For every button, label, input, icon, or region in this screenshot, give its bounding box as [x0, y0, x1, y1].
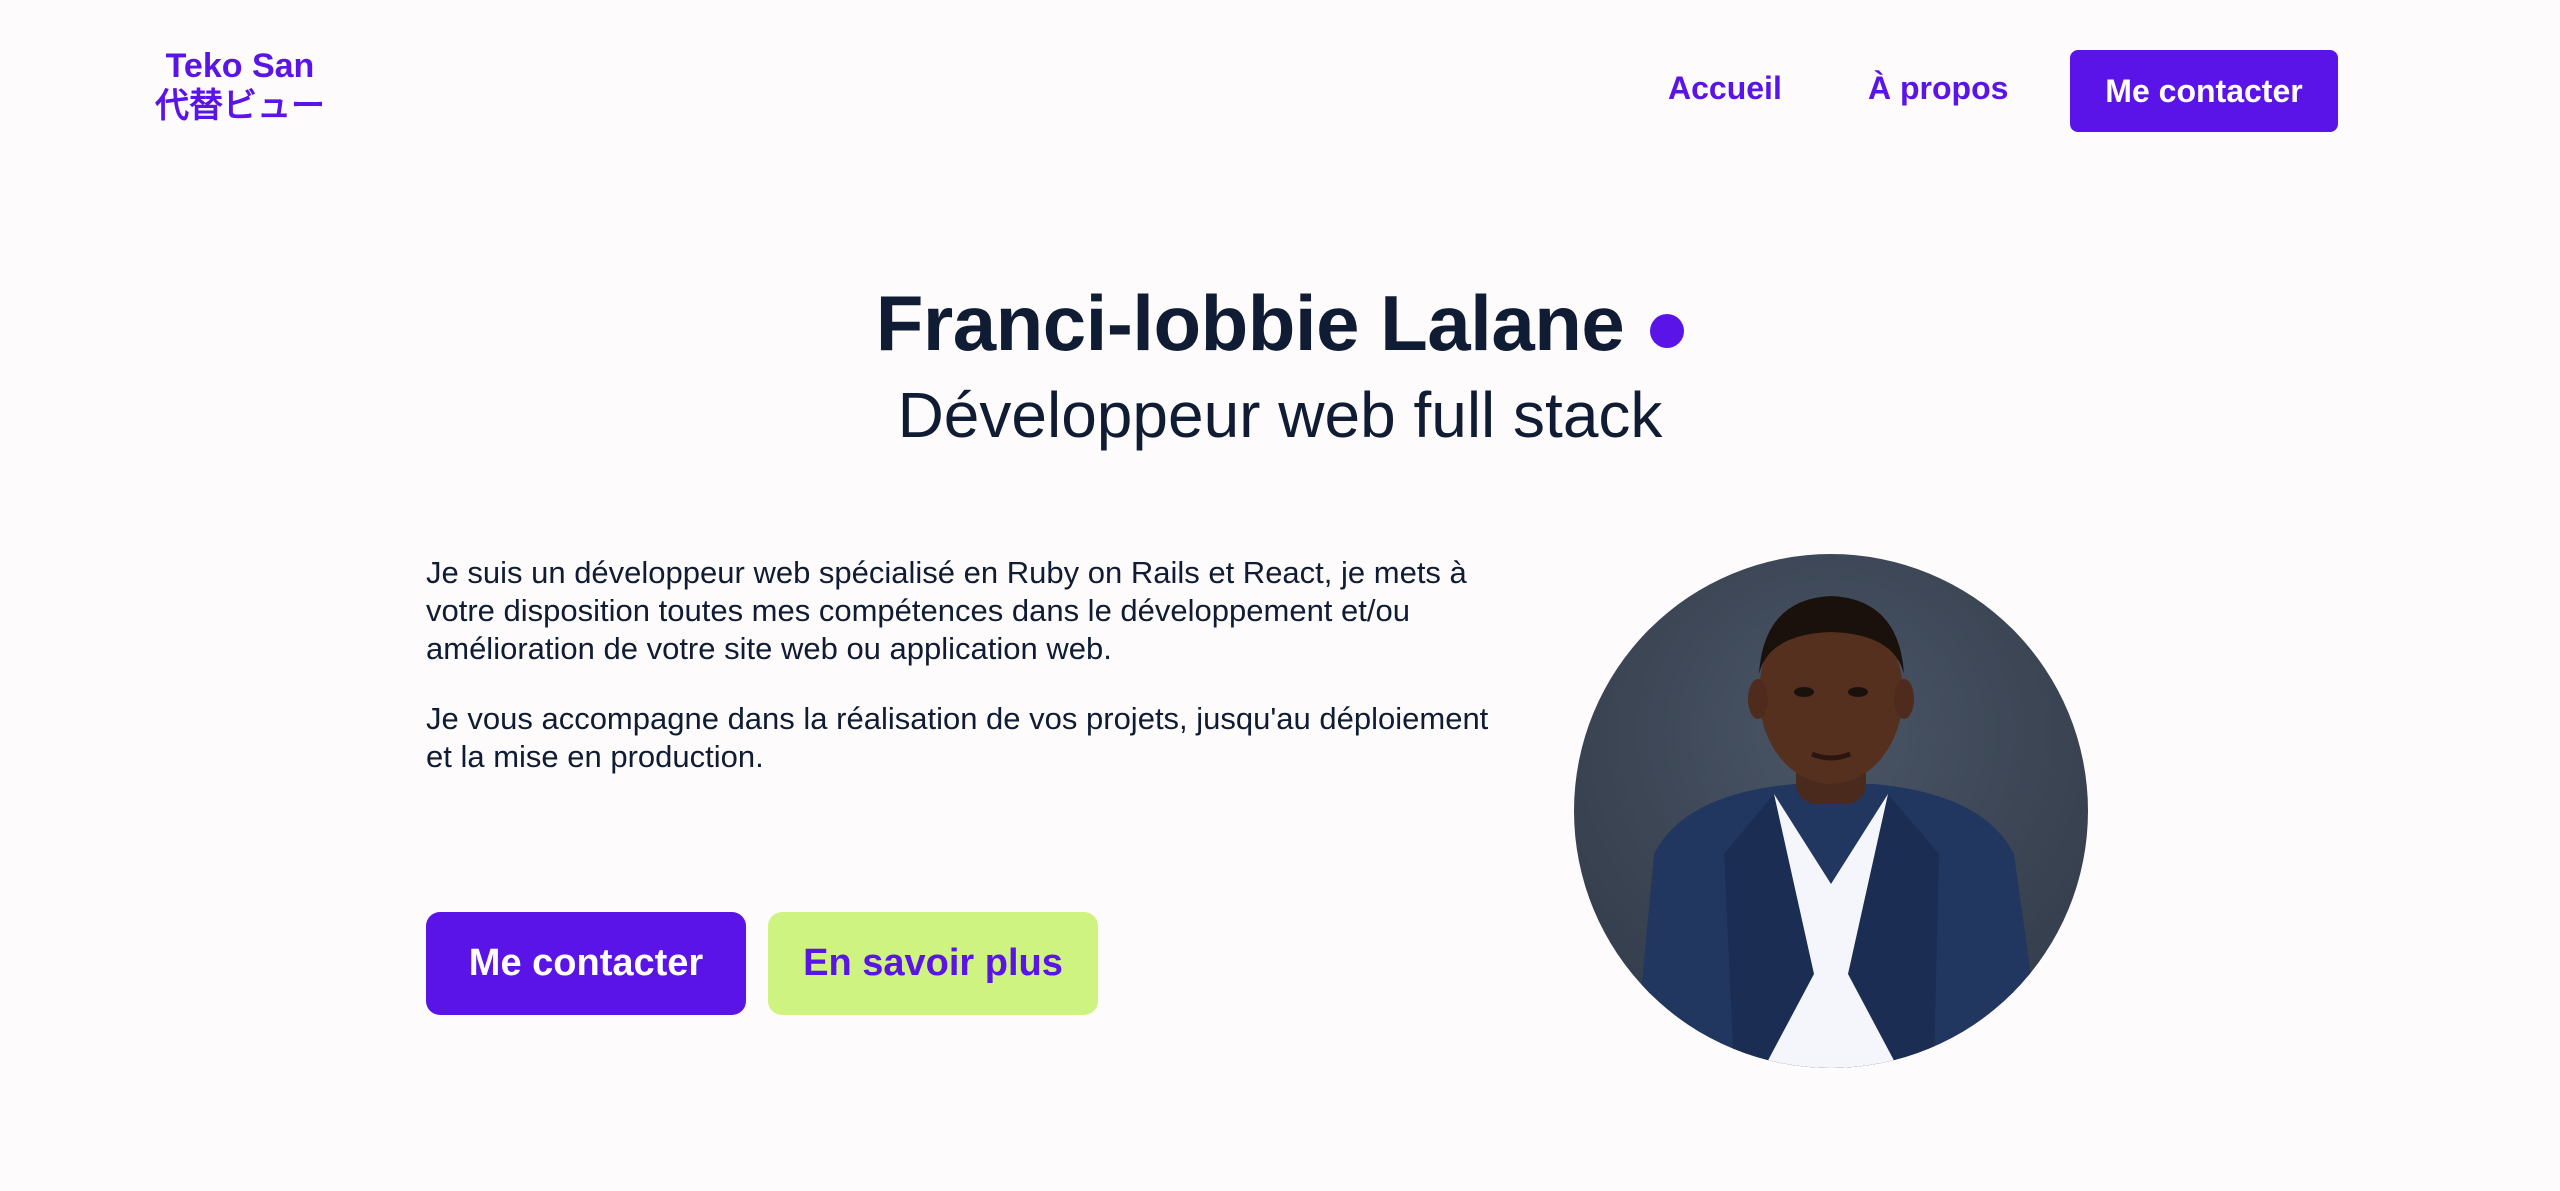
intro-paragraph: Je suis un développeur web spécialisé en…	[426, 555, 1467, 666]
nav-link-about[interactable]: À propos	[1868, 70, 2008, 107]
nav-contact-button[interactable]: Me contacter	[2070, 50, 2338, 132]
accent-dot	[1650, 313, 1685, 348]
hero-role: Développeur web full stack	[897, 379, 1663, 451]
hero-title-row: Franci-lobbie Lalane	[0, 278, 2560, 369]
site-logo[interactable]: Teko San 代替ビュー	[150, 46, 330, 126]
hero-name: Franci-lobbie Lalane	[875, 279, 1625, 367]
profile-photo	[1574, 554, 2088, 1068]
page: Teko San 代替ビュー Accueil À propos Me conta…	[0, 0, 2560, 1191]
intro-text: Je suis un développeur web spécialisé en…	[426, 554, 1506, 776]
intro-paragraph: Je vous accompagne dans la réalisation d…	[426, 701, 1489, 774]
logo-text-japanese: 代替ビュー	[155, 86, 325, 126]
nav-link-home[interactable]: Accueil	[1668, 70, 1782, 107]
profile-photo-illustration	[1634, 596, 2044, 1068]
contact-button[interactable]: Me contacter	[426, 912, 746, 1015]
learn-more-button[interactable]: En savoir plus	[768, 912, 1098, 1015]
logo-text-latin: Teko San	[165, 47, 315, 85]
